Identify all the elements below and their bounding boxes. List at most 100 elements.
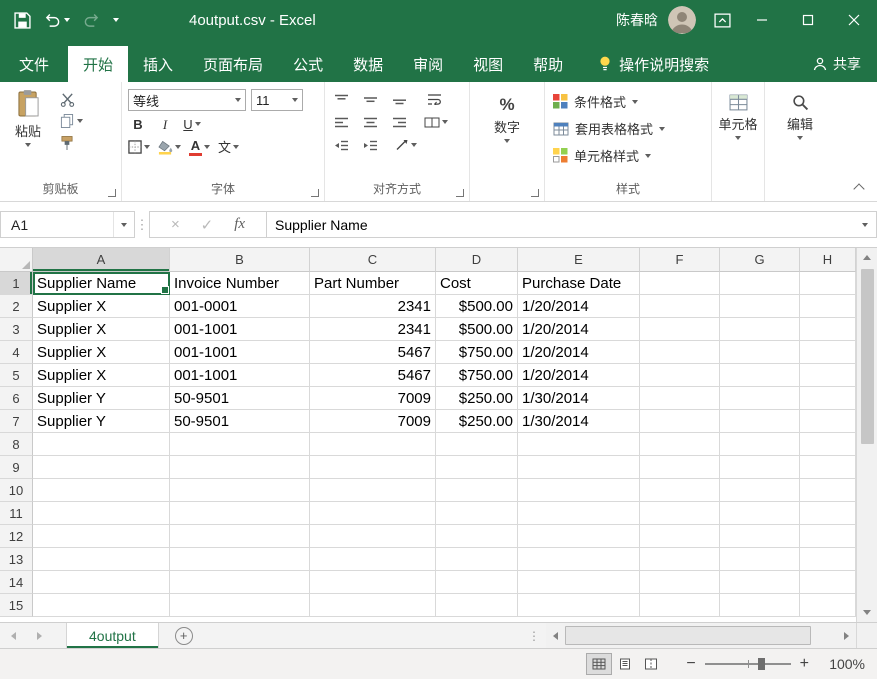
cell-G5[interactable]: [720, 364, 800, 387]
undo-button[interactable]: [44, 13, 70, 27]
page-layout-view-button[interactable]: [612, 653, 638, 675]
cell-F1[interactable]: [640, 272, 720, 295]
increase-indent-button[interactable]: [360, 135, 380, 155]
cell-H8[interactable]: [800, 433, 856, 456]
zoom-out-button[interactable]: −: [686, 656, 695, 672]
column-header-F[interactable]: F: [640, 248, 720, 272]
cell-A7[interactable]: Supplier Y: [33, 410, 170, 433]
tab-help[interactable]: 帮助: [518, 46, 578, 82]
tab-formulas[interactable]: 公式: [278, 46, 338, 82]
cell-C1[interactable]: Part Number: [310, 272, 436, 295]
cell-G4[interactable]: [720, 341, 800, 364]
cell-G3[interactable]: [720, 318, 800, 341]
zoom-slider-thumb[interactable]: [757, 658, 765, 670]
cell-E3[interactable]: 1/20/2014: [518, 318, 640, 341]
cell-G11[interactable]: [720, 502, 800, 525]
hscroll-left-button[interactable]: [546, 623, 565, 648]
row-header-8[interactable]: 8: [0, 433, 33, 456]
cell-G1[interactable]: [720, 272, 800, 295]
cell-B15[interactable]: [170, 594, 310, 617]
cell-D3[interactable]: $500.00: [436, 318, 518, 341]
tab-file[interactable]: 文件: [0, 46, 68, 82]
expand-formula-bar-button[interactable]: [854, 212, 876, 237]
cell-E10[interactable]: [518, 479, 640, 502]
redo-button[interactable]: [83, 13, 100, 27]
cell-A3[interactable]: Supplier X: [33, 318, 170, 341]
row-header-11[interactable]: 11: [0, 502, 33, 525]
cell-A11[interactable]: [33, 502, 170, 525]
sheet-tab-4output[interactable]: 4output: [66, 623, 159, 648]
cell-H9[interactable]: [800, 456, 856, 479]
cell-C14[interactable]: [310, 571, 436, 594]
number-format-button[interactable]: % 数字: [475, 86, 539, 143]
cell-D14[interactable]: [436, 571, 518, 594]
cell-H15[interactable]: [800, 594, 856, 617]
cell-B2[interactable]: 001-0001: [170, 295, 310, 318]
cell-H7[interactable]: [800, 410, 856, 433]
cell-B11[interactable]: [170, 502, 310, 525]
cell-B5[interactable]: 001-1001: [170, 364, 310, 387]
cell-H3[interactable]: [800, 318, 856, 341]
name-box[interactable]: A1: [0, 211, 135, 238]
cell-F11[interactable]: [640, 502, 720, 525]
cell-G9[interactable]: [720, 456, 800, 479]
cell-D8[interactable]: [436, 433, 518, 456]
minimize-button[interactable]: [739, 0, 785, 40]
number-dialog-launcher[interactable]: [531, 189, 539, 197]
cell-F9[interactable]: [640, 456, 720, 479]
cell-D13[interactable]: [436, 548, 518, 571]
column-header-E[interactable]: E: [518, 248, 640, 272]
cell-C9[interactable]: [310, 456, 436, 479]
cell-H14[interactable]: [800, 571, 856, 594]
page-break-view-button[interactable]: [638, 653, 664, 675]
column-header-H[interactable]: H: [800, 248, 856, 272]
column-header-B[interactable]: B: [170, 248, 310, 272]
align-middle-button[interactable]: [360, 89, 380, 109]
cell-A13[interactable]: [33, 548, 170, 571]
cell-C13[interactable]: [310, 548, 436, 571]
row-header-5[interactable]: 5: [0, 364, 33, 387]
cell-E4[interactable]: 1/20/2014: [518, 341, 640, 364]
cell-A2[interactable]: Supplier X: [33, 295, 170, 318]
tell-me-search[interactable]: 操作说明搜索: [598, 46, 709, 82]
formula-bar-splitter[interactable]: ⋮: [135, 217, 149, 233]
cell-A5[interactable]: Supplier X: [33, 364, 170, 387]
tab-data[interactable]: 数据: [338, 46, 398, 82]
cell-H12[interactable]: [800, 525, 856, 548]
cell-H5[interactable]: [800, 364, 856, 387]
avatar[interactable]: [668, 6, 696, 34]
column-header-D[interactable]: D: [436, 248, 518, 272]
ribbon-display-options-button[interactable]: [714, 12, 731, 28]
zoom-level[interactable]: 100%: [821, 656, 865, 672]
cell-D12[interactable]: [436, 525, 518, 548]
cut-button[interactable]: [60, 92, 83, 107]
new-sheet-button[interactable]: +: [174, 626, 193, 645]
cell-C2[interactable]: 2341: [310, 295, 436, 318]
editing-button[interactable]: 编辑: [772, 86, 828, 140]
cell-F13[interactable]: [640, 548, 720, 571]
cell-A10[interactable]: [33, 479, 170, 502]
align-right-button[interactable]: [389, 112, 409, 132]
cell-B7[interactable]: 50-9501: [170, 410, 310, 433]
maximize-button[interactable]: [785, 0, 831, 40]
formula-input[interactable]: Supplier Name: [267, 211, 877, 238]
cell-H2[interactable]: [800, 295, 856, 318]
cell-F14[interactable]: [640, 571, 720, 594]
phonetic-guide-button[interactable]: 文: [218, 137, 240, 157]
cell-D4[interactable]: $750.00: [436, 341, 518, 364]
cell-E7[interactable]: 1/30/2014: [518, 410, 640, 433]
column-header-C[interactable]: C: [310, 248, 436, 272]
insert-function-button[interactable]: fx: [234, 216, 245, 233]
cell-D7[interactable]: $250.00: [436, 410, 518, 433]
row-header-13[interactable]: 13: [0, 548, 33, 571]
cell-B9[interactable]: [170, 456, 310, 479]
cell-G10[interactable]: [720, 479, 800, 502]
cell-F6[interactable]: [640, 387, 720, 410]
user-name[interactable]: 陈春晗: [616, 10, 658, 30]
cell-D6[interactable]: $250.00: [436, 387, 518, 410]
tab-scroll-splitter[interactable]: ⋮: [522, 629, 546, 643]
cell-E9[interactable]: [518, 456, 640, 479]
cell-B8[interactable]: [170, 433, 310, 456]
cell-F3[interactable]: [640, 318, 720, 341]
cell-D15[interactable]: [436, 594, 518, 617]
